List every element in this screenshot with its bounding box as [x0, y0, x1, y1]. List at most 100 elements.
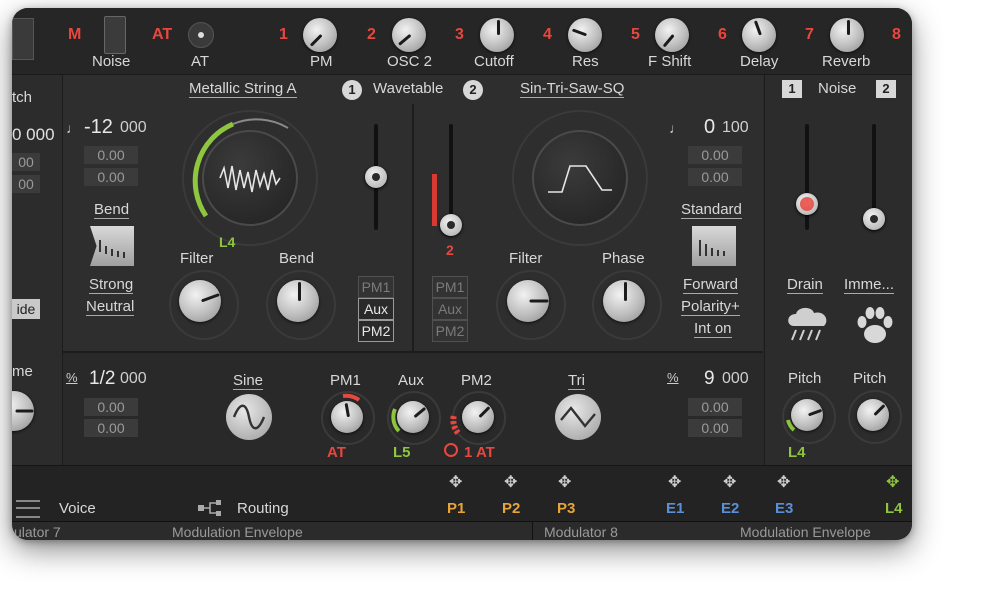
osc1-val2[interactable]: 0.00 — [84, 168, 138, 186]
osc2-pitch-semi[interactable]: 0 — [704, 116, 715, 139]
lower-pm2-mod: 1 AT — [464, 444, 495, 461]
osc1-val1[interactable]: 0.00 — [84, 146, 138, 164]
left-pitch-value[interactable]: 0 000 — [12, 125, 55, 145]
lower-aux-knob[interactable] — [397, 401, 429, 433]
p3-drag-icon[interactable]: ✥ — [558, 472, 571, 492]
macro-label-reverb: Reverb — [822, 53, 871, 70]
osc2-mode-label[interactable]: Standard — [681, 201, 742, 219]
macro-num-7: 7 — [805, 26, 814, 43]
footer-modenv-b[interactable]: Modulation Envelope — [740, 524, 871, 540]
osc2-level-thumb[interactable] — [440, 214, 462, 236]
lower-right-fine[interactable]: 000 — [722, 370, 749, 388]
noise2-badge[interactable]: 2 — [876, 80, 896, 98]
osc2-opt-inton[interactable]: Int on — [694, 320, 732, 338]
noise1-pitch-knob[interactable] — [791, 399, 823, 431]
reverb-knob[interactable] — [830, 18, 864, 52]
left-mode-button[interactable]: ide — [12, 299, 40, 319]
osc2-aux-button[interactable]: Aux — [432, 298, 468, 320]
e2-label[interactable]: E2 — [721, 500, 739, 517]
osc2-opt-forward[interactable]: Forward — [683, 276, 739, 294]
standard-curve-icon[interactable] — [692, 226, 736, 266]
osc1-pm2-button[interactable]: PM2 — [358, 320, 394, 342]
osc2-opt-polarity[interactable]: Polarity+ — [681, 298, 740, 316]
osc2-pm2-button[interactable]: PM2 — [432, 320, 468, 342]
noise1-pitch-mod: L4 — [788, 444, 806, 461]
delay-knob[interactable] — [742, 18, 776, 52]
e2-drag-icon[interactable]: ✥ — [723, 472, 736, 492]
noise2-pitch-knob[interactable] — [857, 399, 889, 431]
osc1-bend-knob[interactable] — [277, 280, 319, 322]
osc1-mode-neutral[interactable]: Neutral — [86, 298, 135, 316]
menu-icon[interactable] — [16, 500, 40, 518]
osc1-mode-label[interactable]: Bend — [94, 201, 130, 219]
osc1-wave-name[interactable]: Metallic String A — [189, 80, 297, 98]
noise-imme-label[interactable]: Imme... — [844, 276, 895, 294]
osc2-val1[interactable]: 0.00 — [688, 146, 742, 164]
e1-drag-icon[interactable]: ✥ — [668, 472, 681, 492]
paw-print-icon[interactable] — [852, 304, 898, 346]
p2-label[interactable]: P2 — [502, 500, 520, 517]
routing-tab[interactable]: Routing — [237, 500, 289, 517]
left-volume-knob[interactable] — [12, 391, 34, 431]
at-button[interactable] — [188, 22, 214, 48]
osc2-wave-name[interactable]: Sin-Tri-Saw-SQ — [520, 80, 625, 98]
e1-label[interactable]: E1 — [666, 500, 684, 517]
noise1-badge[interactable]: 1 — [782, 80, 802, 98]
lower-left-val1[interactable]: 0.00 — [84, 398, 138, 416]
cutoff-knob[interactable] — [480, 18, 514, 52]
lower-pm1-knob[interactable] — [331, 401, 363, 433]
osc1-wave-display[interactable] — [202, 130, 298, 226]
sine-wave-icon[interactable] — [226, 394, 272, 440]
osc1-select-badge[interactable]: 1 — [342, 80, 362, 100]
lower-right-val2[interactable]: 0.00 — [688, 419, 742, 437]
noise-switch[interactable] — [104, 16, 126, 54]
lower-pm2-knob[interactable] — [462, 401, 494, 433]
collapse-handle[interactable] — [12, 18, 34, 60]
osc1-filter-knob[interactable] — [179, 280, 221, 322]
footer-modenv-a[interactable]: Modulation Envelope — [172, 524, 303, 540]
l4-drag-icon[interactable]: ✥ — [886, 472, 899, 492]
osc2-pitch-fine[interactable]: 100 — [722, 119, 749, 137]
lower-right-ratio[interactable]: 9 — [704, 368, 715, 390]
p2-drag-icon[interactable]: ✥ — [504, 472, 517, 492]
osc2-wave-display[interactable] — [532, 130, 628, 226]
pm-knob[interactable] — [303, 18, 337, 52]
rain-cloud-icon[interactable] — [784, 304, 834, 344]
lower-sine-label[interactable]: Sine — [233, 372, 264, 390]
footer-modulator8[interactable]: Modulator 8 — [544, 524, 618, 540]
lower-tri-label[interactable]: Tri — [568, 372, 585, 390]
left-val1[interactable]: 00 — [12, 153, 40, 171]
l4-label[interactable]: L4 — [885, 500, 903, 517]
fshift-knob[interactable] — [655, 18, 689, 52]
e3-drag-icon[interactable]: ✥ — [777, 472, 790, 492]
res-knob[interactable] — [568, 18, 602, 52]
osc1-pitch-fine[interactable]: 000 — [120, 119, 147, 137]
p1-label[interactable]: P1 — [447, 500, 465, 517]
osc2-filter-knob[interactable] — [507, 280, 549, 322]
osc1-pm1-button[interactable]: PM1 — [358, 276, 394, 298]
osc1-pitch-semi[interactable]: -12 — [84, 116, 113, 139]
footer-modulator7[interactable]: ulator 7 — [14, 524, 61, 540]
lower-left-val2[interactable]: 0.00 — [84, 419, 138, 437]
voice-tab[interactable]: Voice — [59, 500, 96, 517]
osc2-val2[interactable]: 0.00 — [688, 168, 742, 186]
routing-icon[interactable] — [198, 500, 222, 516]
osc1-level-thumb[interactable] — [365, 166, 387, 188]
noise2-level-thumb[interactable] — [863, 208, 885, 230]
p1-drag-icon[interactable]: ✥ — [449, 472, 462, 492]
p3-label[interactable]: P3 — [557, 500, 575, 517]
osc2-phase-knob[interactable] — [603, 280, 645, 322]
noise-drain-label[interactable]: Drain — [787, 276, 823, 294]
osc2-knob[interactable] — [392, 18, 426, 52]
left-val2[interactable]: 00 — [12, 175, 40, 193]
e3-label[interactable]: E3 — [775, 500, 793, 517]
lower-left-fine[interactable]: 000 — [120, 370, 147, 388]
noise1-level-thumb[interactable]: M — [796, 193, 818, 215]
osc2-select-badge[interactable]: 2 — [463, 80, 483, 100]
lower-right-val1[interactable]: 0.00 — [688, 398, 742, 416]
lower-left-ratio[interactable]: 1/2 — [89, 368, 115, 390]
osc1-aux-button[interactable]: Aux — [358, 298, 394, 320]
tri-wave-icon[interactable] — [555, 394, 601, 440]
osc2-pm1-button[interactable]: PM1 — [432, 276, 468, 298]
osc1-mode-strong[interactable]: Strong — [89, 276, 134, 294]
